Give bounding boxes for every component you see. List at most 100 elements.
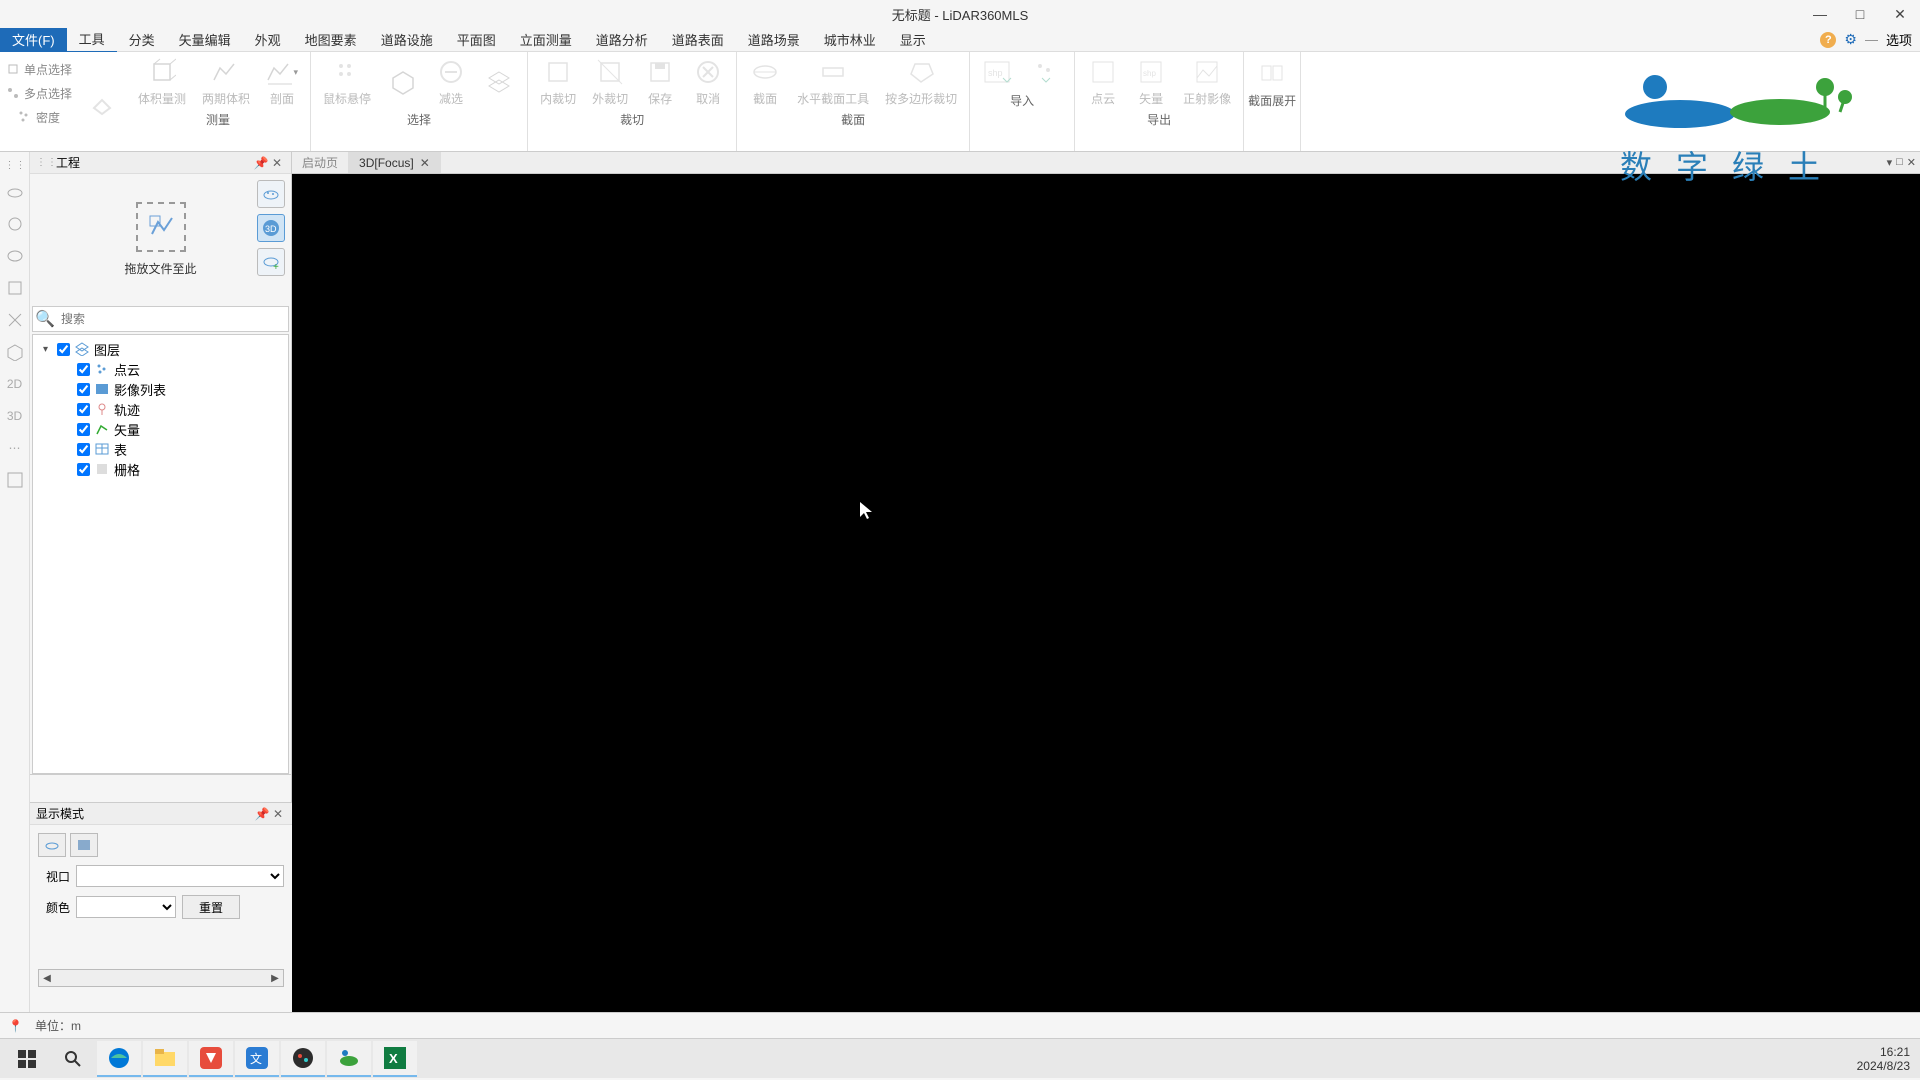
volume-measure-button[interactable]: 体积量测 xyxy=(130,54,194,109)
2d-label[interactable]: 2D xyxy=(4,373,26,395)
import-cloud-button[interactable] xyxy=(1022,54,1070,90)
crop-in-button[interactable]: 内裁切 xyxy=(532,54,584,109)
tab-close-all-icon[interactable]: ✕ xyxy=(1907,156,1916,169)
scroll-right-arrow[interactable]: ▶ xyxy=(267,973,283,984)
maximize-button[interactable]: □ xyxy=(1840,0,1880,28)
close-button[interactable]: ✕ xyxy=(1880,0,1920,28)
menu-road-facility[interactable]: 道路设施 xyxy=(369,27,445,52)
menu-elevation[interactable]: 立面测量 xyxy=(508,27,584,52)
collapse-ribbon-button[interactable]: — xyxy=(1865,32,1878,47)
pin-icon[interactable]: 📌 xyxy=(253,156,269,170)
image-toggle-button[interactable] xyxy=(70,833,98,857)
status-location-icon[interactable]: 📍 xyxy=(8,1019,23,1033)
excel-icon[interactable]: X xyxy=(373,1041,417,1077)
cube-tool-icon[interactable] xyxy=(4,341,26,363)
menu-display[interactable]: 显示 xyxy=(888,27,938,52)
deselect-button[interactable]: 减选 xyxy=(427,54,475,109)
scroll-left-arrow[interactable]: ◀ xyxy=(39,973,55,984)
menu-tools[interactable]: 工具 xyxy=(67,26,117,53)
reset-button[interactable]: 重置 xyxy=(182,895,240,919)
display-close-icon[interactable]: ✕ xyxy=(270,807,286,821)
export-vector-button[interactable]: shp 矢量 xyxy=(1127,54,1175,109)
multi-point-select[interactable]: 多点选择 xyxy=(6,82,72,104)
mouse-hover-button[interactable]: 鼠标悬停 xyxy=(315,54,379,109)
layers-button[interactable] xyxy=(475,54,523,109)
search-button[interactable] xyxy=(51,1041,95,1077)
tab-close-icon[interactable]: ✕ xyxy=(420,156,430,170)
app-dark-icon[interactable] xyxy=(281,1041,325,1077)
hexagon-button[interactable] xyxy=(379,54,427,109)
single-point-select[interactable]: 单点选择 xyxy=(6,58,72,80)
file-explorer-icon[interactable] xyxy=(143,1041,187,1077)
profile-button[interactable]: ▾ 剖面 xyxy=(258,54,306,109)
cloud-toggle-button[interactable] xyxy=(38,833,66,857)
menu-appearance[interactable]: 外观 xyxy=(243,27,293,52)
layer-raster[interactable]: 栅格 xyxy=(37,459,284,479)
root-checkbox[interactable] xyxy=(57,343,70,356)
display-panel-header: 显示模式 📌 ✕ xyxy=(30,803,292,825)
viewport-select[interactable] xyxy=(76,865,284,887)
tree-root[interactable]: ▾ 图层 xyxy=(37,339,284,359)
app-red-icon[interactable] xyxy=(189,1041,233,1077)
box-tool-icon[interactable] xyxy=(4,277,26,299)
density-button[interactable]: 密度 xyxy=(18,106,60,128)
menu-vector-edit[interactable]: 矢量编辑 xyxy=(167,27,243,52)
tab-start-page[interactable]: 启动页 xyxy=(292,152,349,173)
crop-out-button[interactable]: 外裁切 xyxy=(584,54,636,109)
side-cloud-icon[interactable] xyxy=(257,180,285,208)
menu-file[interactable]: 文件(F) xyxy=(0,27,67,52)
menu-plane[interactable]: 平面图 xyxy=(445,27,508,52)
export-ortho-button[interactable]: 正射影像 xyxy=(1175,54,1239,109)
section-expand-button[interactable] xyxy=(1248,54,1296,90)
edge-browser-icon[interactable] xyxy=(97,1041,141,1077)
section-button[interactable]: 截面 xyxy=(741,54,789,109)
layer-pointcloud[interactable]: 点云 xyxy=(37,359,284,379)
eraser-button[interactable] xyxy=(78,52,126,151)
options-link[interactable]: 选项 xyxy=(1886,30,1912,49)
menu-road-surface[interactable]: 道路表面 xyxy=(660,27,736,52)
crop-cancel-button[interactable]: 取消 xyxy=(684,54,732,109)
tab-dropdown-icon[interactable]: ▾ xyxy=(1887,156,1893,169)
menu-road-analysis[interactable]: 道路分析 xyxy=(584,27,660,52)
svg-text:shp: shp xyxy=(1143,69,1156,78)
layer-vector[interactable]: 矢量 xyxy=(37,419,284,439)
start-button[interactable] xyxy=(5,1041,49,1077)
arrows-tool-icon[interactable] xyxy=(4,309,26,331)
layer-table[interactable]: 表 xyxy=(37,439,284,459)
cloud-tool-icon[interactable] xyxy=(4,181,26,203)
layer-image-list[interactable]: 影像列表 xyxy=(37,379,284,399)
export-pointcloud-button[interactable]: 点云 xyxy=(1079,54,1127,109)
layer-trajectory[interactable]: 轨迹 xyxy=(37,399,284,419)
sphere-tool-icon[interactable] xyxy=(4,213,26,235)
minimize-button[interactable]: — xyxy=(1800,0,1840,28)
system-tray[interactable]: 16:21 2024/8/23 xyxy=(1857,1045,1910,1073)
close-panel-icon[interactable]: ✕ xyxy=(269,156,285,170)
search-input[interactable] xyxy=(57,312,288,326)
help-icon[interactable]: ? xyxy=(1820,32,1836,48)
menu-urban-forest[interactable]: 城市林业 xyxy=(812,27,888,52)
3d-viewport[interactable] xyxy=(292,174,1920,1012)
file-drop-area[interactable]: 拖放文件至此 3D + xyxy=(30,174,291,304)
side-3d-icon[interactable]: 3D xyxy=(257,214,285,242)
app-blue-icon[interactable]: 文 xyxy=(235,1041,279,1077)
polygon-crop-button[interactable]: 按多边形裁切 xyxy=(877,54,965,109)
shape-tool-icon[interactable] xyxy=(4,245,26,267)
settings-icon[interactable]: ⚙ xyxy=(1844,31,1857,48)
menu-map-elements[interactable]: 地图要素 xyxy=(293,27,369,52)
two-period-volume-button[interactable]: 两期体积 xyxy=(194,54,258,109)
tab-maximize-icon[interactable]: □ xyxy=(1896,156,1903,169)
menu-road-scene[interactable]: 道路场景 xyxy=(736,27,812,52)
horizontal-scrollbar[interactable]: ◀ ▶ xyxy=(38,969,284,987)
menu-classify[interactable]: 分类 xyxy=(117,27,167,52)
side-add-cloud-icon[interactable]: + xyxy=(257,248,285,276)
lidar-app-icon[interactable] xyxy=(327,1041,371,1077)
image-tool-icon[interactable] xyxy=(4,469,26,491)
3d-label[interactable]: 3D xyxy=(4,405,26,427)
horiz-section-tool-button[interactable]: 水平截面工具 xyxy=(789,54,877,109)
tab-3d-focus[interactable]: 3D[Focus]✕ xyxy=(349,152,441,173)
color-select[interactable] xyxy=(76,896,176,918)
display-pin-icon[interactable]: 📌 xyxy=(254,807,270,821)
crop-save-button[interactable]: 保存 xyxy=(636,54,684,109)
more-icon[interactable]: ⋯ xyxy=(4,437,26,459)
import-shp-button[interactable]: shp xyxy=(974,54,1022,90)
